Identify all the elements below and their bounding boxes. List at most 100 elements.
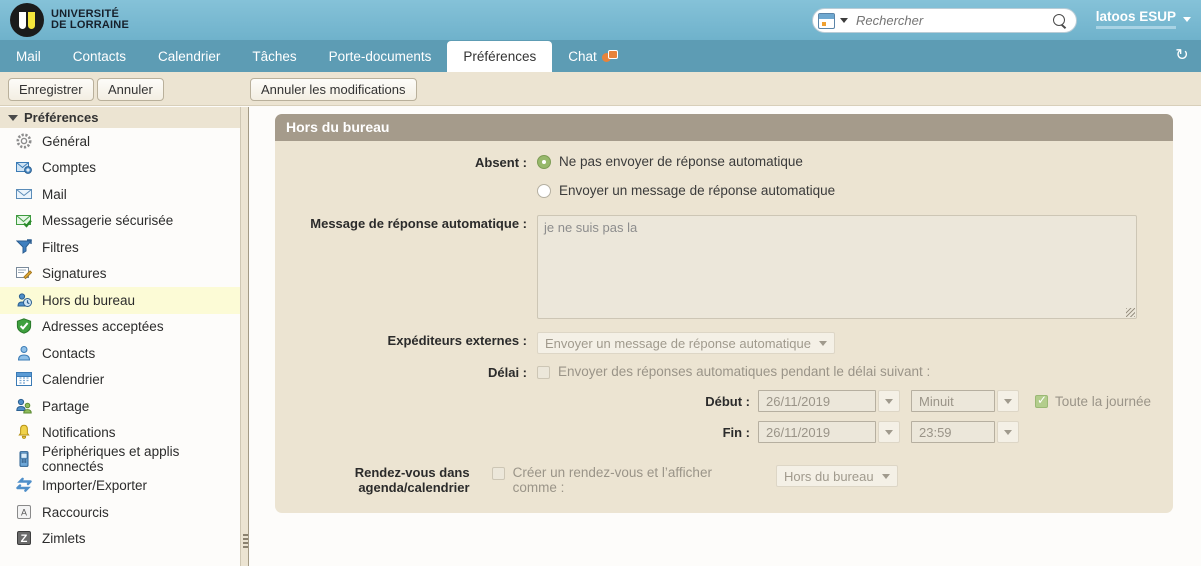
start-time-field[interactable]: Minuit [911,390,995,412]
sidebar-item-hors-du-bureau[interactable]: Hors du bureau [0,287,240,314]
chevron-down-icon[interactable] [1004,429,1012,435]
refresh-icon[interactable]: ↻ [1173,47,1191,65]
sidebar-item-label: Périphériques et applis connectés [42,444,180,475]
logo-mark-icon [10,3,44,37]
external-senders-select[interactable]: Envoyer un message de réponse automatiqu… [537,332,835,354]
sidebar-item-signatures[interactable]: Signatures [0,261,240,288]
start-time-picker-button[interactable] [997,390,1019,412]
tab-label: Mail [16,49,41,64]
sidebar-header[interactable]: Préférences [0,107,240,128]
sidebar-item-partage[interactable]: Partage [0,393,240,420]
tab-label: Calendrier [158,49,221,64]
start-date-row: Début : 26/11/2019 Minuit Toute la journ… [537,390,1151,412]
end-time-field[interactable]: 23:59 [911,421,995,443]
svg-text:A: A [21,507,27,517]
appointment-label-line2: agenda/calendrier [358,480,470,495]
sidebar-item-messagerie-sécurisée[interactable]: Messagerie sécurisée [0,208,240,235]
shield-check-icon [16,318,33,335]
delay-checkbox[interactable] [537,366,550,379]
sidebar-item-label: Contacts [42,345,96,361]
radio-icon-selected[interactable] [537,155,551,169]
sidebar-item-zimlets[interactable]: Z Zimlets [0,526,240,553]
tab-mail[interactable]: Mail [0,41,57,72]
panel-title: Hors du bureau [275,114,1173,141]
logo-line-2: DE LORRAINE [51,19,129,31]
end-date-picker-button[interactable] [878,421,900,443]
save-button[interactable]: Enregistrer [8,78,94,101]
chevron-down-icon[interactable] [1004,398,1012,404]
appointment-checkbox-label-line1: Créer un rendez-vous et l’afficher [512,465,712,480]
radio-icon-unselected[interactable] [537,184,551,198]
revert-changes-button[interactable]: Annuler les modifications [250,78,417,101]
calendar-icon [16,371,33,388]
sidebar-item-label: Notifications [42,425,116,441]
person-icon [16,345,33,362]
zimlet-z-icon: Z [16,530,33,547]
sidebar-item-mail[interactable]: Mail [0,181,240,208]
calendar-grid-icon[interactable] [818,12,835,29]
user-menu[interactable]: latoos ESUP [1095,9,1191,29]
chevron-down-icon[interactable] [1183,16,1191,22]
appointment-status-select[interactable]: Hors du bureau [775,465,898,487]
chevron-down-icon[interactable] [885,429,893,435]
radio-option-no-auto-reply[interactable]: Ne pas envoyer de réponse automatique [537,154,835,169]
search-bar[interactable] [812,8,1077,33]
end-date-field[interactable]: 26/11/2019 [758,421,876,443]
sidebar-item-raccourcis[interactable]: A Raccourcis [0,499,240,526]
collapse-triangle-icon[interactable] [8,114,18,121]
mobile-device-icon [16,450,33,468]
absent-row: Absent : Ne pas envoyer de réponse autom… [275,154,1173,198]
user-name-label: latoos ESUP [1095,9,1176,29]
sidebar-item-général[interactable]: Général [0,128,240,155]
absent-options: Ne pas envoyer de réponse automatique En… [537,154,835,198]
out-of-office-clock-icon [16,292,33,309]
appointment-status-value: Hors du bureau [783,468,874,484]
sidebar-item-label: Importer/Exporter [42,478,148,494]
end-time-picker-button[interactable] [997,421,1019,443]
magnifier-icon[interactable] [1052,13,1068,29]
all-day-checkbox[interactable] [1035,393,1048,408]
sidebar-item-calendrier[interactable]: Calendrier [0,367,240,394]
sidebar-item-label: Adresses acceptées [42,319,164,335]
auto-reply-textarea[interactable]: je ne suis pas la [537,215,1137,319]
chevron-down-icon[interactable] [885,398,893,404]
appointment-label-line1: Rendez-vous dans [354,465,470,480]
sidebar-item-label: Signatures [42,266,107,282]
tab-calendrier[interactable]: Calendrier [142,41,236,72]
preferences-sidebar: Préférences Général Comptes Mail Messagerie… [0,107,240,566]
radio-label: Ne pas envoyer de réponse automatique [559,154,803,169]
splitter-grip-icon[interactable] [243,534,248,550]
appointment-checkbox[interactable] [491,467,505,480]
tab-pr-f-rences[interactable]: Préférences [447,41,553,72]
tab-label: Contacts [72,49,127,64]
resize-grip-icon[interactable] [1126,308,1135,317]
tab-contacts[interactable]: Contacts [57,41,142,72]
sidebar-item-filtres[interactable]: Filtres [0,234,240,261]
search-input[interactable] [848,12,1052,29]
tab-label: Chat [568,49,597,64]
cancel-button[interactable]: Annuler [97,78,164,101]
chevron-down-icon[interactable] [881,473,890,479]
tab-porte-documents[interactable]: Porte-documents [313,41,448,72]
sidebar-item-contacts[interactable]: Contacts [0,340,240,367]
sidebar-item-périphériques-et-applis-connectés[interactable]: Périphériques et applis connectés [0,444,240,475]
chevron-down-icon[interactable] [840,18,848,23]
sidebar-splitter[interactable] [240,107,249,566]
radio-option-send-auto-reply[interactable]: Envoyer un message de réponse automatiqu… [537,183,835,198]
filter-funnel-icon [15,239,33,256]
bell-icon [16,424,33,441]
sidebar-item-adresses-acceptées[interactable]: Adresses acceptées [0,314,240,341]
sidebar-item-list: Général Comptes Mail Messagerie sécurisée Fi… [0,128,240,552]
sidebar-item-importer-exporter[interactable]: Importer/Exporter [0,473,240,500]
sidebar-item-notifications[interactable]: Notifications [0,420,240,447]
tab-t-ches[interactable]: Tâches [236,41,312,72]
start-date-picker-button[interactable] [878,390,900,412]
start-date-field[interactable]: 26/11/2019 [758,390,876,412]
absent-label: Absent : [475,155,527,170]
chevron-down-icon[interactable] [818,340,827,346]
tab-chat[interactable]: Chat [552,41,632,72]
radio-label: Envoyer un message de réponse automatiqu… [559,183,836,198]
tab-label: Préférences [463,49,537,64]
sidebar-item-comptes[interactable]: Comptes [0,155,240,182]
sidebar-item-label: Messagerie sécurisée [42,213,174,229]
